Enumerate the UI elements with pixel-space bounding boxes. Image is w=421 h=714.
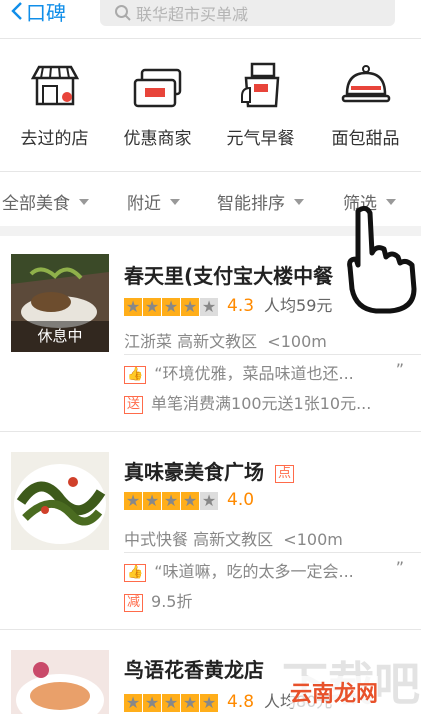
- dropdown-triangle-icon: [386, 198, 396, 205]
- rating-score: 4.3: [227, 296, 255, 316]
- promo-row: 减 9.5折: [124, 588, 192, 612]
- thumbs-up-icon: 👍: [124, 365, 147, 384]
- coupon-icon: [105, 58, 210, 108]
- divider: [124, 552, 421, 553]
- shop-name: 春天里(支付宝大楼中餐: [124, 264, 334, 288]
- star-icon: ★: [143, 693, 161, 712]
- distance: <100m: [283, 530, 343, 549]
- search-icon: [115, 5, 131, 21]
- divider: [124, 354, 421, 355]
- star-icon: ★: [200, 491, 218, 510]
- star-icon: ★: [162, 491, 180, 510]
- back-button[interactable]: 口碑: [10, 0, 66, 25]
- star-icon: ★: [124, 297, 142, 316]
- star-icon: ★: [143, 491, 161, 510]
- star-icon: ★: [181, 491, 199, 510]
- rating-row: ★ ★ ★ ★ ★ 4.3 人均59元: [124, 292, 332, 316]
- review-text: “味道嘛，吃的太多一定会...: [154, 562, 354, 581]
- star-icon: ★: [200, 693, 218, 712]
- promo-text: 单笔消费满100元送1张10元...: [151, 394, 372, 413]
- back-label: 口碑: [26, 0, 66, 25]
- star-rating: ★ ★ ★ ★ ★: [124, 693, 219, 712]
- rest-status-overlay: 休息中: [11, 321, 109, 352]
- top-bar: 口碑 联华超市买单减: [0, 0, 421, 39]
- star-icon: ★: [143, 297, 161, 316]
- distance: <100m: [267, 332, 327, 351]
- pointing-hand-icon: [347, 205, 417, 314]
- thumbs-up-icon: 👍: [124, 563, 147, 582]
- order-badge: 点: [274, 464, 294, 483]
- star-icon: ★: [181, 693, 199, 712]
- star-icon: ★: [200, 297, 218, 316]
- category-breakfast[interactable]: 元气早餐: [208, 58, 313, 149]
- star-icon: ★: [181, 297, 199, 316]
- meta-row: 江浙菜 高新文教区 <100m: [124, 328, 327, 352]
- filter-nearby[interactable]: 附近: [127, 189, 180, 214]
- dropdown-triangle-icon: [79, 198, 89, 205]
- shop-card[interactable]: 真味豪美食广场 点 ★ ★ ★ ★ ★ 4.0 中式快餐 高新文教区 <100m 👍 “味…: [0, 432, 421, 630]
- review-row: 👍 “环境优雅，菜品味道也还...”: [124, 360, 404, 384]
- dessert-cloche-icon: [313, 58, 418, 108]
- category-discount-merchants[interactable]: 优惠商家: [105, 58, 210, 149]
- rating-score: 4.8: [227, 692, 255, 712]
- dropdown-triangle-icon: [170, 198, 180, 205]
- star-icon: ★: [162, 693, 180, 712]
- category-visited-stores[interactable]: 去过的店: [2, 58, 107, 149]
- category-bread-dessert[interactable]: 面包甜品: [313, 58, 418, 149]
- star-rating: ★ ★ ★ ★ ★: [124, 297, 219, 316]
- promo-text: 9.5折: [151, 592, 193, 611]
- avg-price: 人均59元: [264, 296, 333, 315]
- filter-all-food[interactable]: 全部美食: [2, 189, 89, 214]
- star-icon: ★: [124, 693, 142, 712]
- promo-tag: 送: [124, 395, 144, 414]
- review-row: 👍 “味道嘛，吃的太多一定会...”: [124, 558, 404, 582]
- watermark-small: 云南龙网: [290, 676, 379, 708]
- cuisine: 江浙菜: [124, 332, 173, 351]
- chevron-left-icon: [11, 2, 22, 20]
- star-icon: ★: [162, 297, 180, 316]
- shop-name: 鸟语花香黄龙店: [124, 658, 264, 682]
- store-icon: [2, 58, 107, 108]
- star-icon: ★: [124, 491, 142, 510]
- cuisine: 中式快餐: [124, 530, 189, 549]
- dropdown-triangle-icon: [294, 198, 304, 205]
- promo-row: 送单笔消费满100元送1张10元...: [124, 390, 371, 414]
- shop-photo: [11, 650, 109, 714]
- category-grid: 去过的店 优惠商家 元气早餐 面包甜品: [0, 58, 421, 158]
- filter-smart-sort[interactable]: 智能排序: [217, 189, 304, 214]
- area: 高新文教区: [177, 332, 258, 351]
- search-placeholder: 联华超市买单减: [136, 5, 249, 24]
- area: 高新文教区: [193, 530, 274, 549]
- rating-score: 4.0: [227, 490, 255, 510]
- promo-tag: 减: [124, 593, 144, 612]
- shop-name: 真味豪美食广场: [124, 460, 264, 484]
- rating-row: ★ ★ ★ ★ ★ 4.0: [124, 490, 264, 510]
- breakfast-icon: [208, 58, 313, 108]
- star-rating: ★ ★ ★ ★ ★: [124, 491, 219, 510]
- search-input[interactable]: 联华超市买单减: [100, 0, 395, 26]
- meta-row: 中式快餐 高新文教区 <100m: [124, 526, 343, 550]
- shop-photo: [11, 452, 109, 550]
- watermark: 下载吧 云南龙网: [270, 640, 421, 714]
- shop-name-row: 真味豪美食广场 点: [124, 456, 302, 485]
- review-text: “环境优雅，菜品味道也还...: [154, 364, 354, 383]
